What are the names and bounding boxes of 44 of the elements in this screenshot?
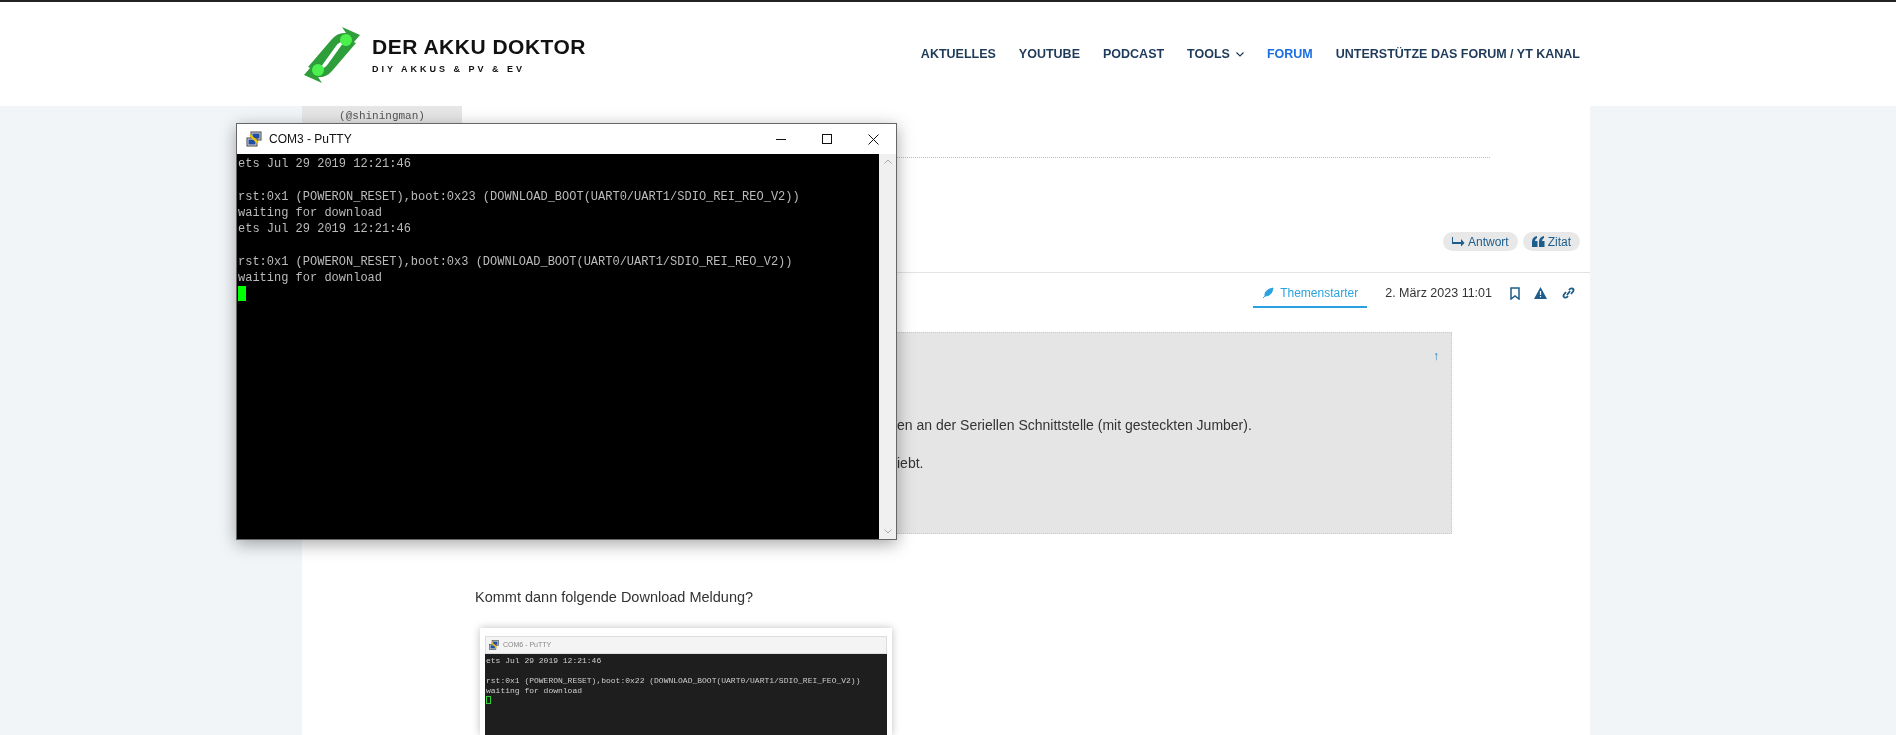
logo-title: DER AKKU DOKTOR [372,36,586,57]
terminal-line: ets Jul 29 2019 12:21:46 [238,156,411,173]
nav-link[interactable]: FORUM [1266,44,1313,64]
scroll-down-icon[interactable] [883,529,892,534]
post-action-button[interactable]: Antwort [1442,232,1518,251]
post-date: 2. März 2023 11:01 [1385,284,1492,302]
post-action-button[interactable]: Zitat [1522,232,1580,251]
window-title: COM3 - PuTTY [269,131,352,148]
terminal-line: rst:0x1 (POWERON_RESET),boot:0x23 (DOWNLOAD_BOOT(UART0/UART1/SDIO_REI_REO_V2)) [238,188,800,205]
terminal-line: waiting for download [238,204,383,222]
link-icon[interactable] [1561,287,1576,299]
terminal-line: rst:0x1 (POWERON_RESET),boot:0x3 (DOWNLOAD_BOOT(UART0/UART1/SDIO_REI_REO_V2)) [238,253,793,271]
terminal-line: ets Jul 29 2019 12:21:46 [486,655,602,666]
quote-icon [1531,236,1545,247]
logo-subtitle: DIY AKKUS & PV & EV [372,65,527,74]
warning-icon[interactable] [1534,287,1547,299]
putty-icon [489,639,499,650]
quote-text: en an der Seriellen Schnittstelle (mit gesteckten Jumber). [896,416,1252,435]
logo-icon [302,27,362,83]
cursor [486,695,491,704]
scroll-up-icon[interactable] [883,159,892,164]
scrollbar[interactable] [879,154,896,539]
cursor [238,286,246,302]
reply-arrow-icon [1451,236,1465,247]
scroll-up-arrow[interactable]: ↑ [1433,347,1439,365]
post-text: Kommt dann folgende Download Meldung? [475,588,754,607]
feather-icon [1262,287,1275,299]
maximize-icon [822,134,832,144]
quote-text: iebt. [896,454,924,473]
nav-link[interactable]: TOOLS [1187,44,1244,64]
terminal-line: waiting for download [486,685,582,696]
bookmark-icon[interactable] [1510,286,1520,300]
author-badge: Themenstarter [1253,282,1368,308]
terminal-line: waiting for download [238,270,383,287]
putty-icon [246,131,262,147]
user-handle: (@shiningman) [302,106,462,126]
nav-link[interactable]: YOUTUBE [1018,44,1080,64]
terminal-line: ets Jul 29 2019 12:21:46 [238,221,411,238]
nav-link[interactable]: PODCAST [1103,44,1165,64]
minimize-icon [776,138,786,140]
terminal-line: rst:0x1 (POWERON_RESET),boot:0x22 (DOWNLOAD_BOOT(UART0/UART1/SDIO_REI_FEO_V2)) [486,675,861,686]
close-icon [867,133,879,145]
nav-link[interactable]: UNTERSTÜTZE DAS FORUM / YT KANAL [1335,44,1580,64]
nav-link[interactable]: AKTUELLES [920,44,996,64]
